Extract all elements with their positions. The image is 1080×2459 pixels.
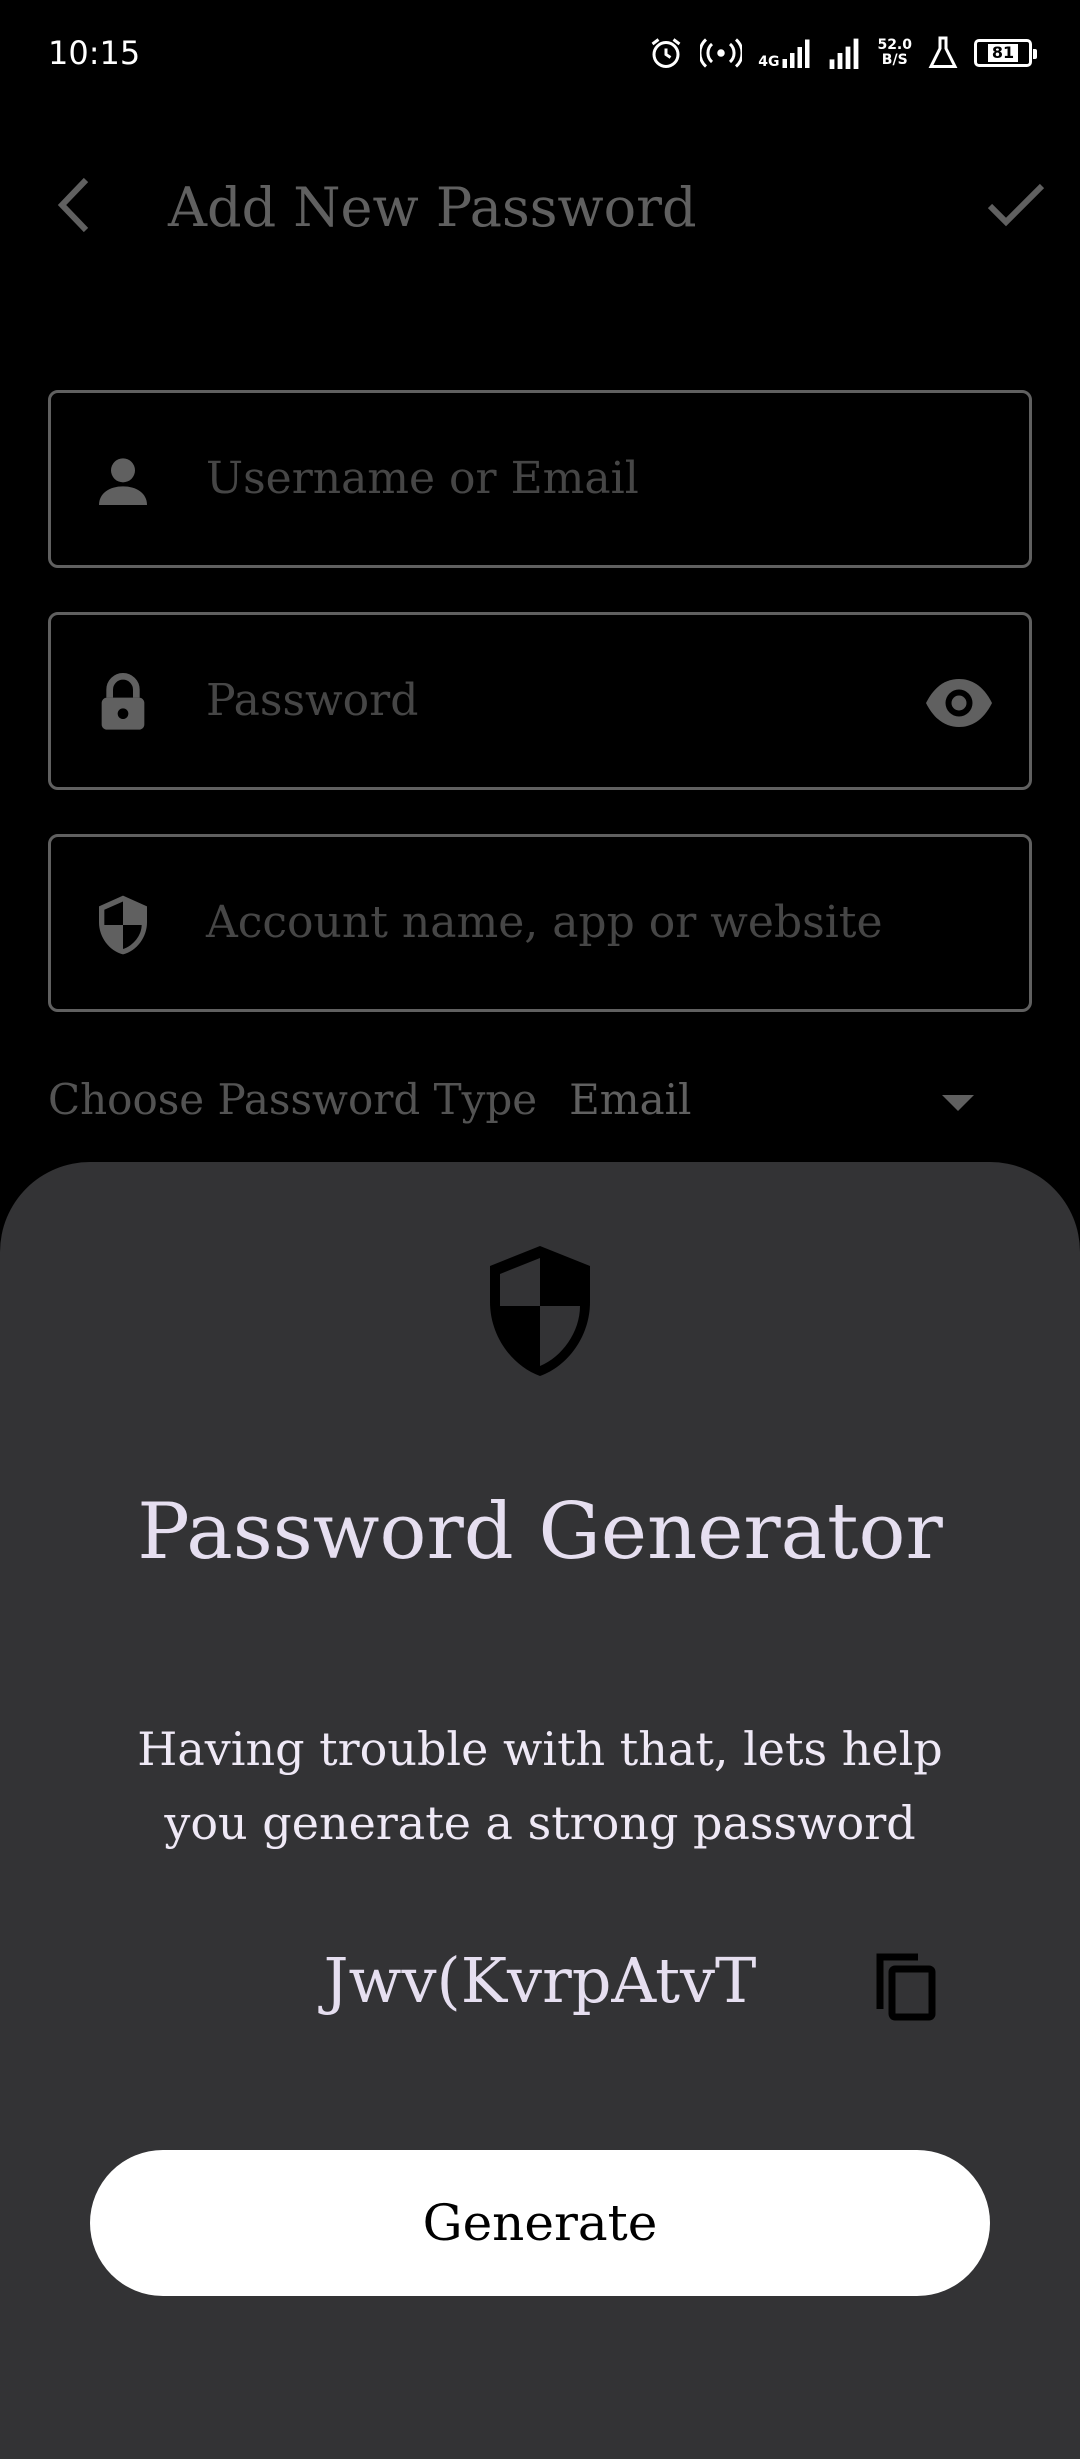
status-icons: 4G 52.0 B/S 81: [648, 30, 1037, 76]
generated-password: Jwv(KvrpAtvT: [323, 1944, 757, 2017]
network-speed-unit: B/S: [881, 52, 908, 68]
page-title: Add New Password: [168, 176, 697, 239]
signal-icon: [830, 38, 859, 69]
check-icon[interactable]: [980, 170, 1050, 240]
battery-icon: 81: [974, 39, 1037, 67]
shield-icon: [490, 1246, 590, 1376]
app-bar: Add New Password: [0, 140, 1080, 270]
hotspot-icon: [700, 38, 743, 68]
password-type-value: Email: [569, 1075, 692, 1124]
copy-icon[interactable]: [870, 1947, 950, 2027]
password-field[interactable]: Password: [48, 612, 1032, 790]
battery-level: 81: [987, 44, 1019, 62]
username-field[interactable]: Username or Email: [48, 390, 1032, 568]
account-placeholder: Account name, app or website: [206, 897, 883, 948]
status-time: 10:15: [48, 34, 141, 72]
generate-button[interactable]: Generate: [90, 2150, 990, 2296]
alarm-icon: [651, 38, 681, 68]
sheet-title: Password Generator: [137, 1487, 943, 1577]
status-bar: 10:15 4G 52.0 B/S 81: [0, 0, 1080, 110]
dropdown-arrow-icon[interactable]: [940, 1093, 976, 1113]
password-type-label: Choose Password Type: [48, 1075, 538, 1124]
lock-icon: [101, 673, 145, 730]
person-icon: [99, 458, 147, 505]
signal-icon: [782, 39, 810, 68]
password-generator-sheet: Password Generator Having trouble with t…: [0, 1162, 1080, 2459]
network-speed: 52.0 B/S: [877, 38, 912, 68]
signal-4g: 4G: [758, 37, 811, 69]
username-placeholder: Username or Email: [206, 453, 639, 504]
shield-icon: [99, 895, 147, 955]
back-icon[interactable]: [40, 170, 110, 240]
password-type-select[interactable]: Choose Password Type Email: [48, 1075, 691, 1124]
network-speed-value: 52.0: [877, 37, 912, 53]
eye-icon[interactable]: [923, 671, 995, 735]
flask-icon: [928, 36, 958, 68]
account-field[interactable]: Account name, app or website: [48, 834, 1032, 1012]
network-label: 4G: [758, 54, 780, 70]
sheet-description: Having trouble with that, lets help you …: [137, 1722, 943, 1850]
password-placeholder: Password: [206, 675, 419, 726]
